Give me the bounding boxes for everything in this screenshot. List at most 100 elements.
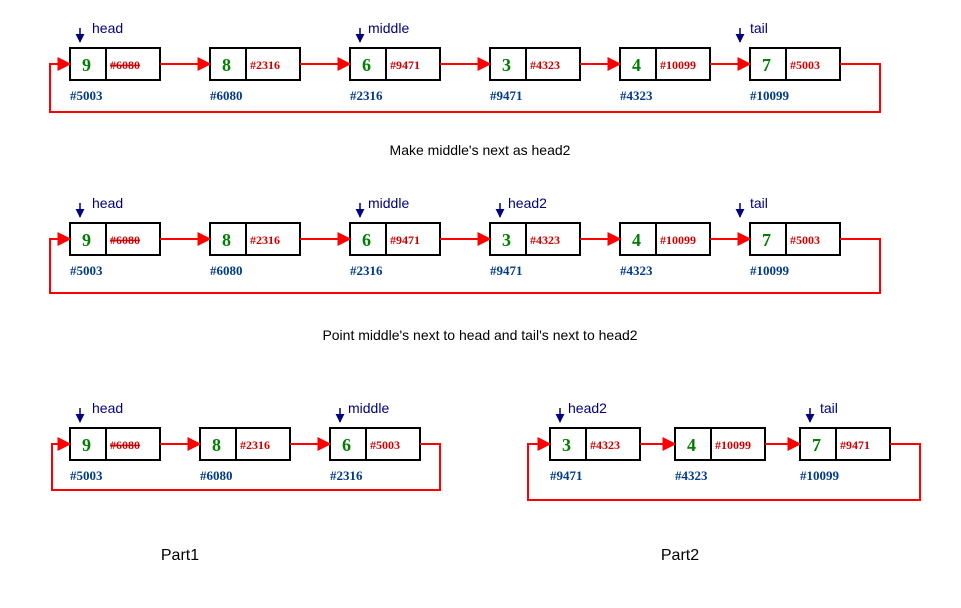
svg-text:#2316: #2316 xyxy=(350,88,383,103)
svg-text:#9471: #9471 xyxy=(390,233,420,247)
svg-text:#6080: #6080 xyxy=(110,58,140,72)
svg-text:#6080: #6080 xyxy=(210,88,243,103)
node: 8 #2316 #6080 xyxy=(210,48,300,103)
svg-text:3: 3 xyxy=(502,55,511,75)
svg-text:#4323: #4323 xyxy=(675,468,708,483)
svg-text:#10099: #10099 xyxy=(750,263,790,278)
caption-1: Make middle's next as head2 xyxy=(390,142,571,158)
svg-text:4: 4 xyxy=(687,435,696,455)
row3-part1: head middle 9 #6080 #5003 8 #2316 #6080 … xyxy=(52,400,440,490)
svg-text:6: 6 xyxy=(362,55,371,75)
svg-text:#9471: #9471 xyxy=(550,468,583,483)
head-label: head xyxy=(92,20,123,36)
row3-part2: head2 tail 3 #4323 #9471 4 #10099 #4323 … xyxy=(528,400,920,500)
svg-text:middle: middle xyxy=(368,195,409,211)
label-head2: head2 xyxy=(560,400,607,422)
part2-label: Part2 xyxy=(661,547,699,564)
svg-text:#4323: #4323 xyxy=(530,233,560,247)
svg-text:6: 6 xyxy=(362,230,371,250)
node: 9 #6080 #5003 xyxy=(70,223,160,278)
svg-text:#10099: #10099 xyxy=(800,468,840,483)
svg-text:head: head xyxy=(92,400,123,416)
svg-text:4: 4 xyxy=(632,55,641,75)
svg-text:head2: head2 xyxy=(568,400,607,416)
svg-text:#2316: #2316 xyxy=(250,233,280,247)
svg-text:#5003: #5003 xyxy=(70,468,103,483)
label-head: head xyxy=(80,195,123,217)
node: 9 #6080 #5003 xyxy=(70,48,160,103)
node: 3 #4323 #9471 xyxy=(490,48,580,103)
svg-text:tail: tail xyxy=(750,195,768,211)
svg-text:#6080: #6080 xyxy=(200,468,233,483)
svg-text:7: 7 xyxy=(762,230,771,250)
label-tail: tail xyxy=(810,400,838,422)
svg-text:#6080: #6080 xyxy=(210,263,243,278)
row2: head middle head2 tail 9 #6080 #5003 8 #… xyxy=(50,195,880,293)
label-tail: tail xyxy=(740,195,768,217)
svg-text:8: 8 xyxy=(212,435,221,455)
svg-text:#9471: #9471 xyxy=(390,58,420,72)
svg-text:9: 9 xyxy=(82,55,91,75)
svg-text:#2316: #2316 xyxy=(350,263,383,278)
node: 6 #5003 #2316 xyxy=(330,428,420,483)
svg-text:3: 3 xyxy=(502,230,511,250)
svg-text:#2316: #2316 xyxy=(250,58,280,72)
tail-label: tail xyxy=(750,20,768,36)
node: 3 #4323 #9471 xyxy=(550,428,640,483)
svg-text:#5003: #5003 xyxy=(790,233,820,247)
label-head: head xyxy=(80,400,123,422)
label-head2: head2 xyxy=(500,195,547,217)
svg-text:#10099: #10099 xyxy=(715,438,751,452)
svg-text:#10099: #10099 xyxy=(750,88,790,103)
svg-text:middle: middle xyxy=(348,400,389,416)
row1: head middle tail 9 #6080 #5003 8 #2316 #… xyxy=(50,20,880,112)
label-middle: middle xyxy=(360,195,409,217)
svg-text:#10099: #10099 xyxy=(660,58,696,72)
label-head: head xyxy=(80,20,123,42)
svg-text:8: 8 xyxy=(222,230,231,250)
svg-text:#9471: #9471 xyxy=(490,88,523,103)
caption-2: Point middle's next to head and tail's n… xyxy=(322,327,637,343)
svg-text:7: 7 xyxy=(762,55,771,75)
svg-text:7: 7 xyxy=(812,435,821,455)
svg-text:tail: tail xyxy=(820,400,838,416)
svg-text:#4323: #4323 xyxy=(530,58,560,72)
svg-text:head2: head2 xyxy=(508,195,547,211)
node: 7 #5003 #10099 xyxy=(750,48,840,103)
svg-text:#5003: #5003 xyxy=(70,88,103,103)
svg-text:4: 4 xyxy=(632,230,641,250)
svg-text:9: 9 xyxy=(82,435,91,455)
svg-text:6: 6 xyxy=(342,435,351,455)
middle-label: middle xyxy=(368,20,409,36)
svg-text:#6080: #6080 xyxy=(110,233,140,247)
node: 4 #10099 #4323 xyxy=(675,428,765,483)
label-tail: tail xyxy=(740,20,768,42)
node: 6 #9471 #2316 xyxy=(350,48,440,103)
svg-text:#5003: #5003 xyxy=(790,58,820,72)
node: 9 #6080 #5003 xyxy=(70,428,160,483)
svg-text:#10099: #10099 xyxy=(660,233,696,247)
svg-text:#4323: #4323 xyxy=(590,438,620,452)
part1-label: Part1 xyxy=(161,547,199,564)
svg-text:#4323: #4323 xyxy=(620,263,653,278)
node: 3 #4323 #9471 xyxy=(490,223,580,278)
svg-text:#2316: #2316 xyxy=(240,438,270,452)
node: 6 #9471 #2316 xyxy=(350,223,440,278)
node: 7 #5003 #10099 xyxy=(750,223,840,278)
node: 8 #2316 #6080 xyxy=(210,223,300,278)
svg-text:#5003: #5003 xyxy=(70,263,103,278)
node: 8 #2316 #6080 xyxy=(200,428,290,483)
svg-text:#9471: #9471 xyxy=(490,263,523,278)
node: 7 #9471 #10099 xyxy=(800,428,890,483)
svg-text:#2316: #2316 xyxy=(330,468,363,483)
node: 4 #10099 #4323 xyxy=(620,223,710,278)
svg-text:3: 3 xyxy=(562,435,571,455)
svg-text:#6080: #6080 xyxy=(110,438,140,452)
node: 4 #10099 #4323 xyxy=(620,48,710,103)
label-middle: middle xyxy=(340,400,389,422)
svg-text:#5003: #5003 xyxy=(370,438,400,452)
svg-text:head: head xyxy=(92,195,123,211)
svg-text:9: 9 xyxy=(82,230,91,250)
linked-list-diagram: head middle tail 9 #6080 #5003 8 #2316 #… xyxy=(0,0,961,608)
svg-text:#4323: #4323 xyxy=(620,88,653,103)
